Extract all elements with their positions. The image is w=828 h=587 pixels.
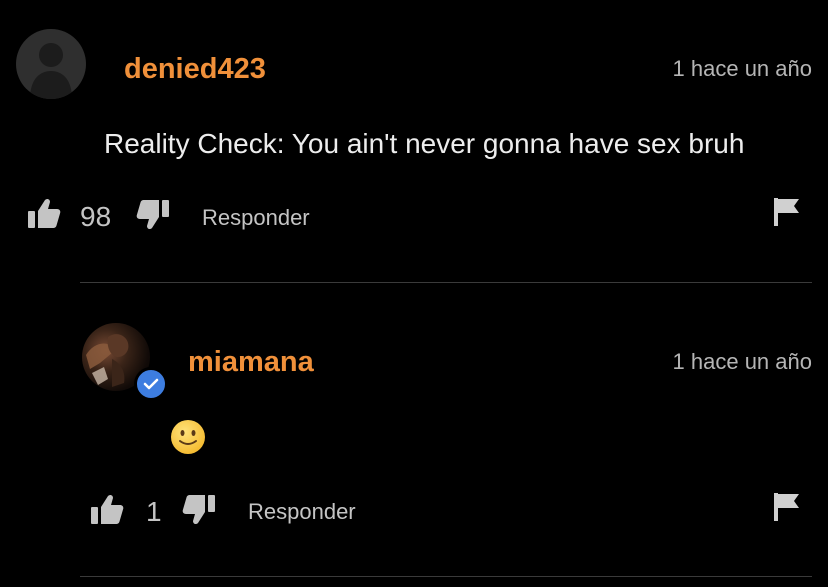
reply-button[interactable]: Responder <box>248 499 356 525</box>
reply-button[interactable]: Responder <box>202 205 310 231</box>
divider <box>80 282 812 283</box>
checkmark-icon <box>143 378 159 390</box>
like-count: 1 <box>146 496 162 527</box>
comments-section: denied423 1 hace un año Reality Check: Y… <box>0 0 828 587</box>
divider <box>80 576 812 577</box>
comment-username[interactable]: miamana <box>188 345 314 379</box>
thumbs-up-icon[interactable] <box>90 494 124 526</box>
thumbs-down-icon[interactable] <box>182 493 216 525</box>
comment-username[interactable]: denied423 <box>124 52 266 86</box>
slightly-smiling-face-emoji <box>170 419 206 455</box>
comment-timestamp: 1 hace un año <box>672 349 812 374</box>
like-count: 98 <box>80 201 112 232</box>
avatar[interactable] <box>16 29 86 99</box>
user-silhouette-icon <box>30 43 72 99</box>
thumbs-up-icon[interactable] <box>27 198 61 230</box>
flag-icon[interactable] <box>773 492 801 522</box>
flag-icon[interactable] <box>773 197 801 227</box>
comment-timestamp: 1 hace un año <box>672 56 812 81</box>
comment-text: Reality Check: You ain't never gonna hav… <box>104 128 745 159</box>
thumbs-down-icon[interactable] <box>136 198 170 230</box>
verified-badge <box>134 367 168 401</box>
